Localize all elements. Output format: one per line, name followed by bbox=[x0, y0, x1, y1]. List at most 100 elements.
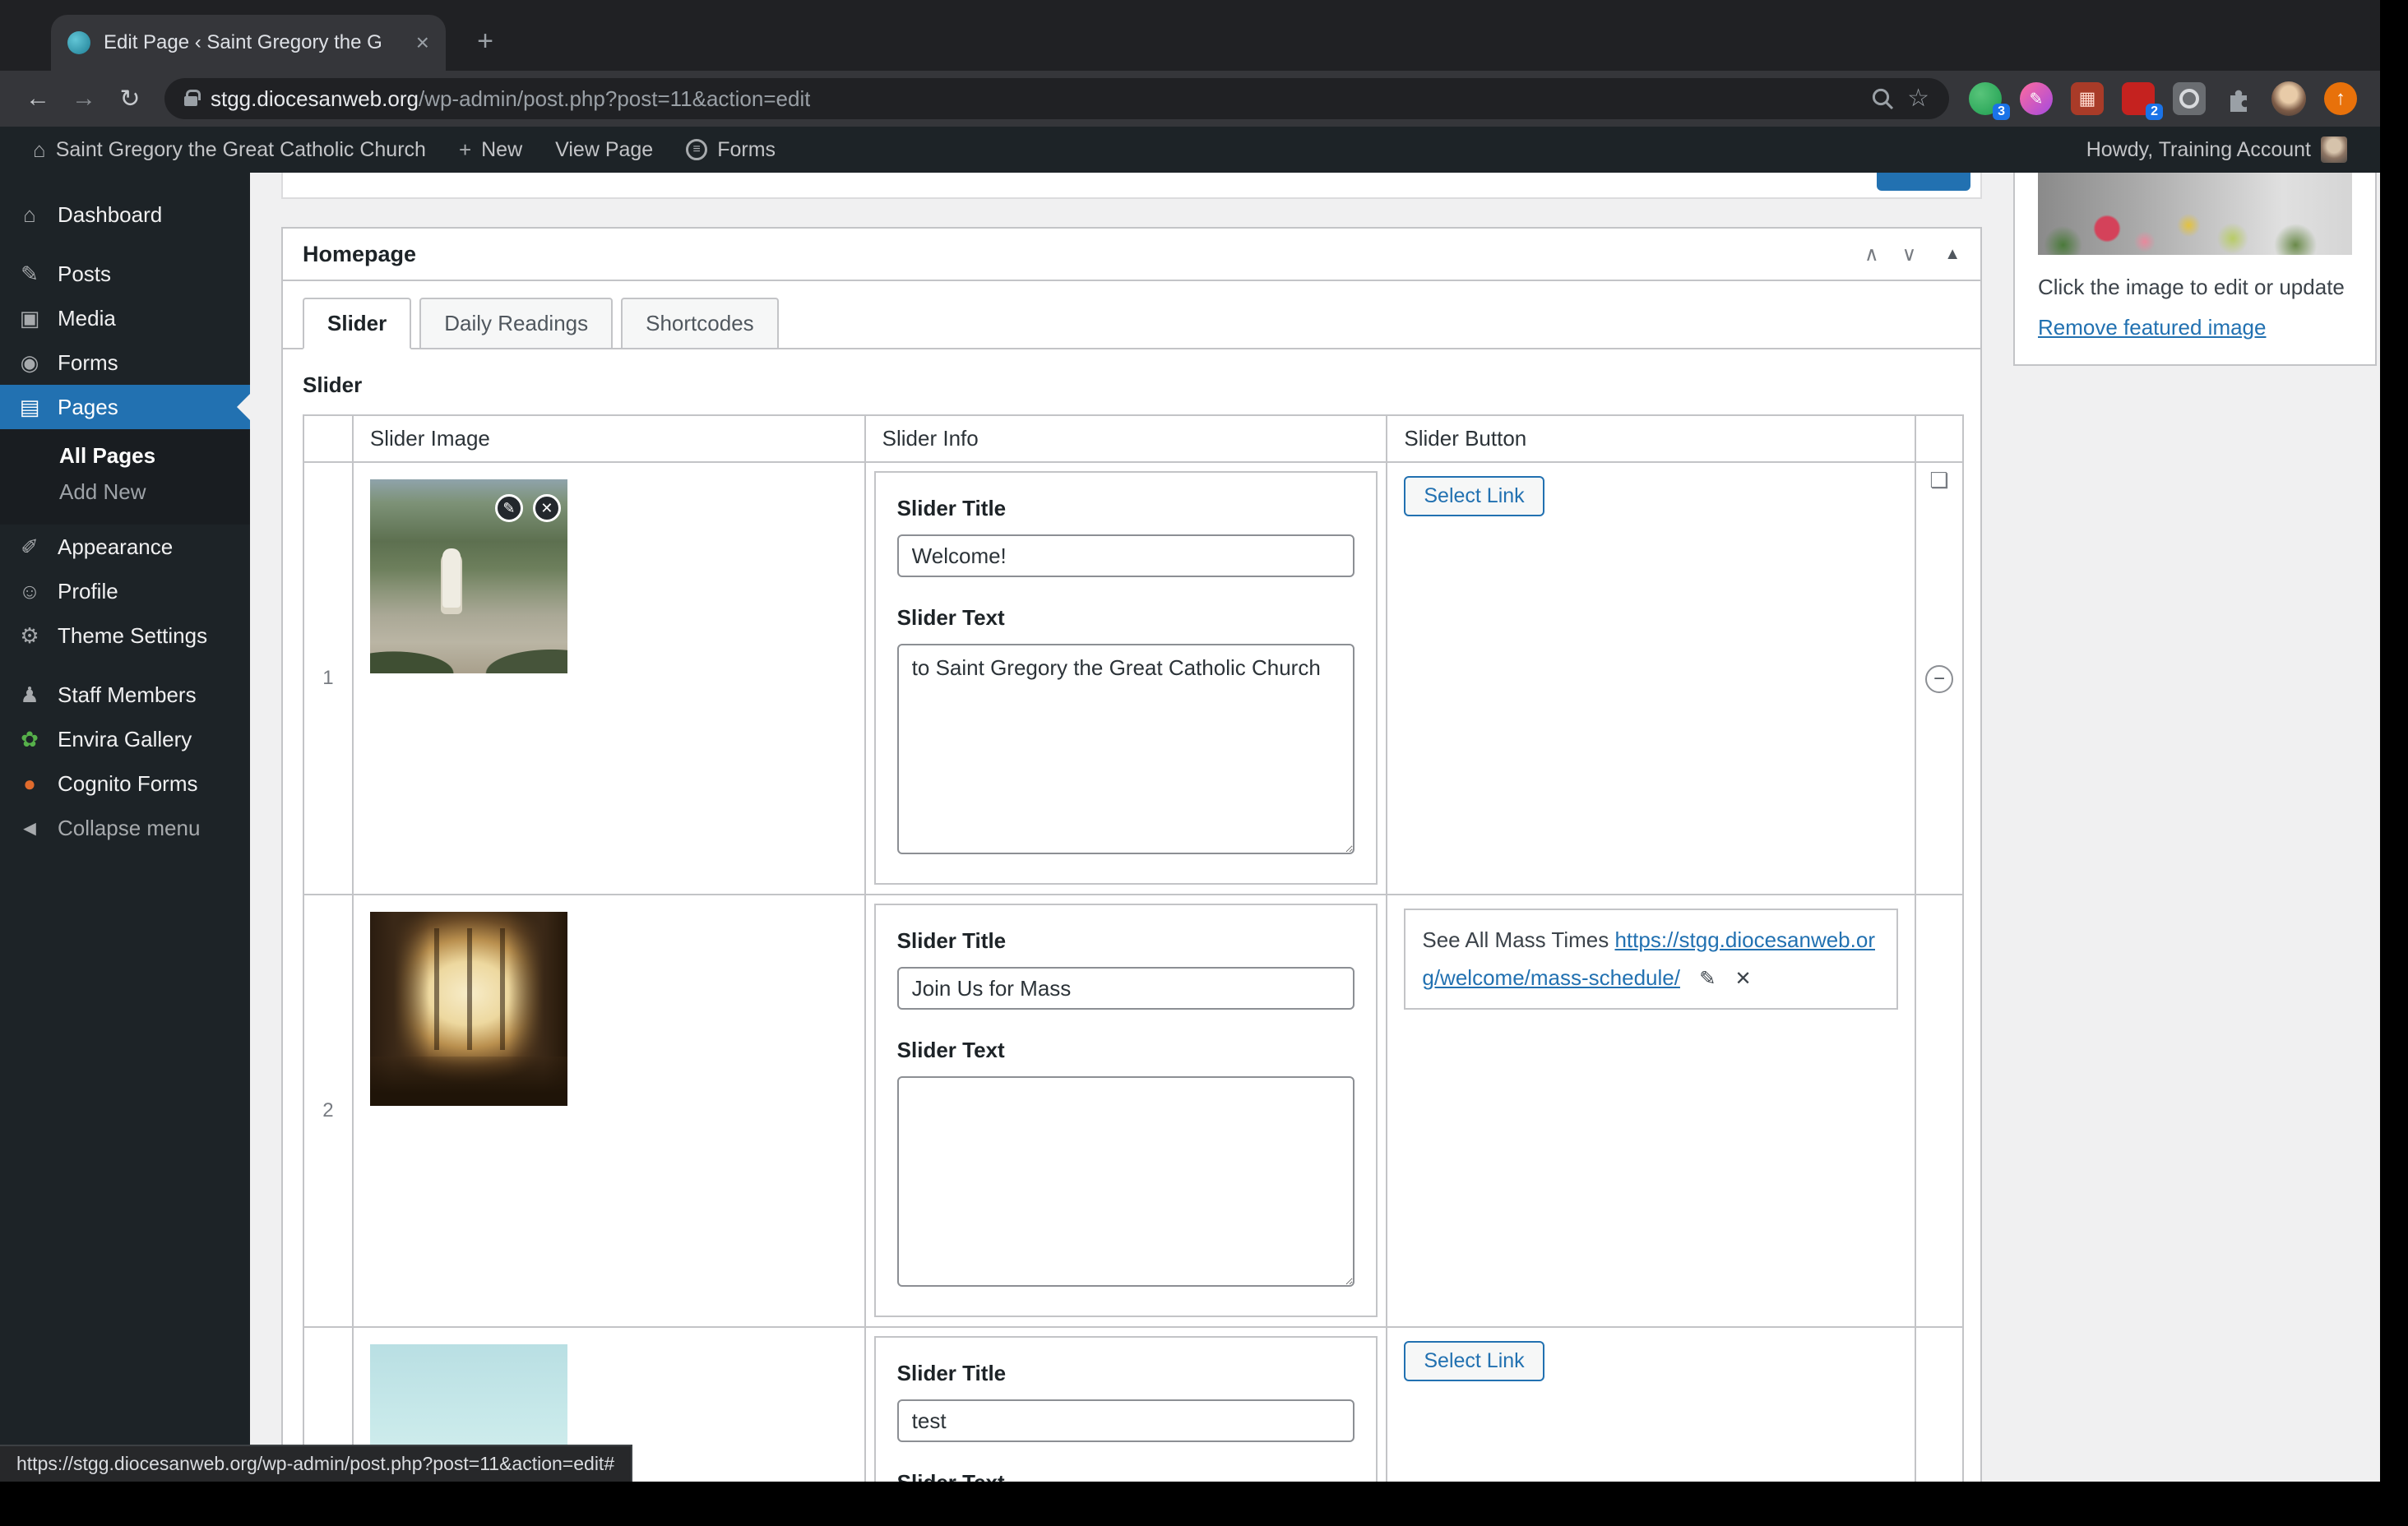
row-button-cell: Select Link bbox=[1387, 1328, 1917, 1482]
sidebar-item-label: Posts bbox=[58, 261, 112, 286]
metabox-title: Homepage bbox=[303, 241, 417, 266]
extension-red-icon[interactable]: 2 bbox=[2122, 82, 2163, 120]
dashboard-icon: ⌂ bbox=[23, 201, 36, 227]
envira-leaf-icon: ✿ bbox=[21, 726, 39, 751]
forms-label: Forms bbox=[717, 137, 776, 161]
sidebar-item-label: Forms bbox=[58, 349, 118, 375]
browser-profile-avatar[interactable] bbox=[2271, 81, 2306, 116]
slider-image-2[interactable] bbox=[369, 912, 567, 1106]
admin-bar-site[interactable]: ⌂ Saint Gregory the Great Catholic Churc… bbox=[20, 137, 439, 163]
admin-bar-account[interactable]: Howdy, Training Account bbox=[2073, 136, 2360, 163]
sidebar-item-label: Pages bbox=[58, 394, 118, 419]
row-info-cell: Slider Title Slider Text bbox=[866, 895, 1388, 1326]
slider-title-input-2[interactable] bbox=[896, 967, 1355, 1010]
browser-tab[interactable]: Edit Page ‹ Saint Gregory the G × bbox=[51, 15, 446, 71]
tab-strip: Edit Page ‹ Saint Gregory the G × + bbox=[0, 0, 2380, 71]
sidebar-item-posts[interactable]: ✎ Posts bbox=[0, 252, 250, 296]
forms-circle-icon: ≡ bbox=[686, 139, 708, 160]
back-icon[interactable]: ← bbox=[16, 85, 59, 113]
slider-title-input-1[interactable] bbox=[896, 534, 1355, 577]
sidebar-item-media[interactable]: ▣ Media bbox=[0, 296, 250, 340]
extension-camera-icon[interactable] bbox=[2173, 82, 2206, 115]
extension-green-icon[interactable]: 3 bbox=[1969, 82, 2010, 120]
browser-toolbar: ← → ↻ stgg.diocesanweb.org/wp-admin/post… bbox=[0, 71, 2380, 127]
row-number: 1 bbox=[304, 463, 354, 894]
sidebar-item-label: Media bbox=[58, 305, 116, 331]
url-bar[interactable]: stgg.diocesanweb.org/wp-admin/post.php?p… bbox=[164, 78, 1949, 119]
column-header-info: Slider Info bbox=[866, 416, 1388, 461]
tab-shortcodes[interactable]: Shortcodes bbox=[621, 298, 779, 349]
link-remove-icon[interactable]: ✕ bbox=[1735, 962, 1752, 997]
new-tab-button[interactable]: + bbox=[469, 25, 502, 58]
remove-row-icon[interactable]: − bbox=[1925, 665, 1954, 693]
sidebar-item-appearance[interactable]: ✐ Appearance bbox=[0, 525, 250, 569]
featured-image-panel: Click the image to edit or update Remove… bbox=[2013, 173, 2377, 366]
extension-grid-icon[interactable]: ▦ bbox=[2071, 82, 2104, 115]
sidebar-item-label: Appearance bbox=[58, 534, 174, 559]
slider-text-area-2[interactable] bbox=[896, 1076, 1355, 1287]
extension-badge: 3 bbox=[1993, 104, 2010, 120]
tab-daily-readings[interactable]: Daily Readings bbox=[419, 298, 614, 349]
collapse-icon: ◄ bbox=[19, 815, 40, 840]
update-button[interactable] bbox=[1877, 173, 1970, 191]
sidebar-item-label: Theme Settings bbox=[58, 622, 208, 648]
admin-bar-view-page[interactable]: View Page bbox=[542, 138, 666, 162]
slider-text-area-1[interactable]: to Saint Gregory the Great Catholic Chur… bbox=[896, 644, 1355, 854]
select-link-button-1[interactable]: Select Link bbox=[1404, 476, 1544, 516]
move-down-icon[interactable]: ∨ bbox=[1891, 243, 1929, 266]
slider-title-label: Slider Title bbox=[896, 1361, 1007, 1385]
forward-icon[interactable]: → bbox=[63, 85, 105, 113]
sidebar-item-cognito-forms[interactable]: ● Cognito Forms bbox=[0, 761, 250, 806]
url-domain: stgg.diocesanweb.org bbox=[211, 86, 419, 111]
row-actions-cell: ❏ − bbox=[1916, 463, 1962, 894]
pages-submenu: All Pages Add New bbox=[0, 429, 250, 525]
search-icon[interactable] bbox=[1871, 87, 1894, 110]
reload-icon[interactable]: ↻ bbox=[109, 85, 151, 113]
slider-image-1[interactable]: ✎ ✕ bbox=[369, 479, 567, 673]
featured-image-hint: Click the image to edit or update bbox=[2038, 275, 2345, 299]
sidebar-item-staff-members[interactable]: ♟ Staff Members bbox=[0, 673, 250, 717]
tab-slider[interactable]: Slider bbox=[303, 298, 412, 349]
column-header-image: Slider Image bbox=[354, 416, 866, 461]
column-header-actions bbox=[1916, 416, 1962, 461]
sidebar-item-forms[interactable]: ◉ Forms bbox=[0, 340, 250, 385]
sidebar-item-dashboard[interactable]: ⌂ Dashboard bbox=[0, 192, 250, 237]
slider-title-input-3[interactable] bbox=[896, 1399, 1355, 1442]
sidebar-item-envira-gallery[interactable]: ✿ Envira Gallery bbox=[0, 717, 250, 761]
image-edit-icon[interactable]: ✎ bbox=[494, 494, 523, 522]
extension-pen-icon[interactable]: ✎ bbox=[2020, 82, 2053, 115]
slider-info-group: Slider Title Slider Text bbox=[873, 904, 1378, 1317]
move-up-icon[interactable]: ∧ bbox=[1853, 243, 1891, 266]
sidebar-item-theme-settings[interactable]: ⚙ Theme Settings bbox=[0, 613, 250, 658]
sidebar-item-label: Profile bbox=[58, 578, 118, 603]
sidebar-item-profile[interactable]: ☺ Profile bbox=[0, 569, 250, 613]
admin-bar-forms[interactable]: ≡ Forms bbox=[673, 138, 789, 162]
main-row: ⌂ Dashboard ✎ Posts ▣ Media ◉ Forms ▤ Pa… bbox=[0, 173, 2380, 1482]
browser-update-icon[interactable]: ↑ bbox=[2324, 82, 2357, 115]
admin-content: Homepage ∧ ∨ ▲ Slider Daily Readings Sho… bbox=[250, 173, 2380, 1482]
tab-close-icon[interactable]: × bbox=[416, 31, 429, 54]
image-remove-icon[interactable]: ✕ bbox=[532, 494, 561, 522]
toggle-panel-icon[interactable]: ▲ bbox=[1944, 245, 1961, 264]
extension-badge: 2 bbox=[2146, 104, 2163, 120]
submenu-add-new[interactable]: Add New bbox=[0, 474, 250, 510]
remove-featured-image-link[interactable]: Remove featured image bbox=[2038, 315, 2266, 340]
sidebar-item-collapse-menu[interactable]: ◄ Collapse menu bbox=[0, 806, 250, 850]
select-link-button-3[interactable]: Select Link bbox=[1404, 1341, 1544, 1381]
puzzle-extensions-icon[interactable] bbox=[2224, 84, 2253, 113]
link-edit-icon[interactable]: ✎ bbox=[1699, 962, 1716, 997]
slider-text-label: Slider Text bbox=[896, 1038, 1005, 1062]
row-image-cell: ✎ ✕ bbox=[354, 463, 866, 894]
site-name: Saint Gregory the Great Catholic Church bbox=[55, 137, 426, 161]
home-icon: ⌂ bbox=[33, 136, 46, 162]
submenu-all-pages[interactable]: All Pages bbox=[0, 437, 250, 474]
slider-info-group: Slider Title Slider Text to Saint Gregor… bbox=[873, 471, 1378, 885]
sidebar-item-pages[interactable]: ▤ Pages bbox=[0, 385, 250, 429]
row-button-cell: Select Link bbox=[1387, 463, 1917, 894]
duplicate-row-icon[interactable]: ❏ bbox=[1929, 468, 1948, 493]
bookmark-star-icon[interactable]: ☆ bbox=[1907, 86, 1929, 111]
row-number: 2 bbox=[304, 895, 354, 1326]
featured-image[interactable] bbox=[2038, 173, 2352, 255]
admin-bar-new[interactable]: + New bbox=[446, 137, 535, 163]
column-header-button: Slider Button bbox=[1387, 416, 1917, 461]
